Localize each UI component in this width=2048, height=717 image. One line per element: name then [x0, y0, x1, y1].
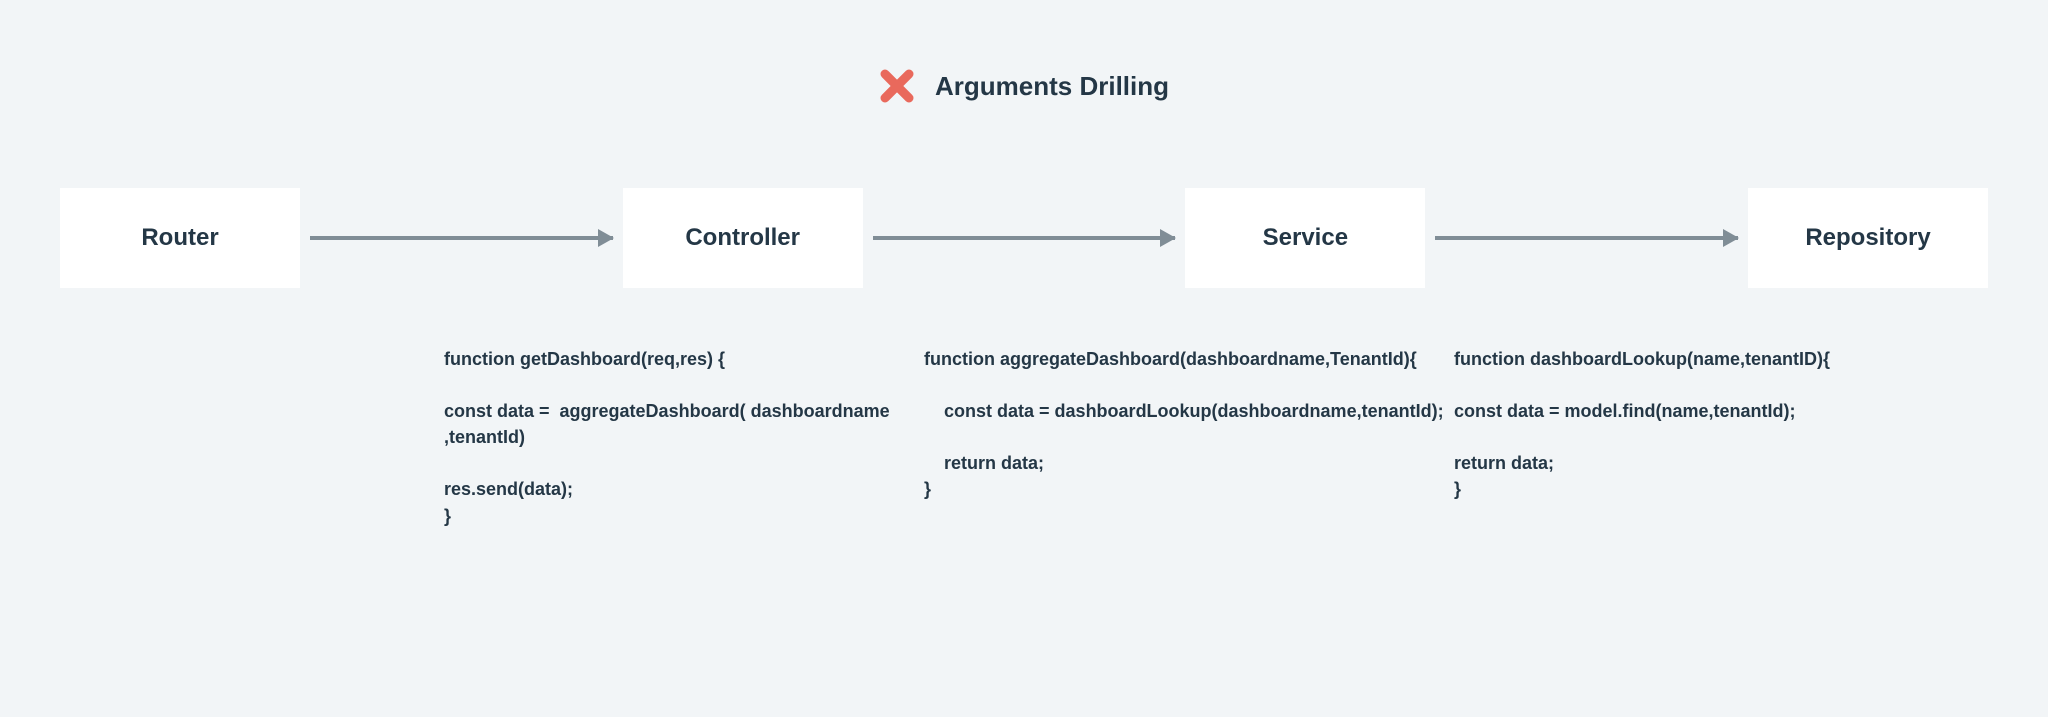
arrow-head-icon — [1160, 229, 1176, 247]
code-repository: function dashboardLookup(name,tenantID){… — [1454, 340, 1954, 535]
arrow-service-repository — [1435, 236, 1738, 240]
code-service: function aggregateDashboard(dashboardnam… — [924, 340, 1454, 535]
arrow-line — [1435, 236, 1738, 240]
diagram-title: Arguments Drilling — [935, 71, 1169, 102]
code-controller: function getDashboard(req,res) { const d… — [444, 340, 924, 535]
arrow-line — [873, 236, 1176, 240]
arrow-controller-service — [873, 236, 1176, 240]
box-controller-label: Controller — [685, 224, 800, 252]
arrow-head-icon — [598, 229, 614, 247]
box-repository: Repository — [1748, 188, 1988, 288]
box-service-label: Service — [1263, 224, 1348, 252]
x-icon — [879, 68, 915, 104]
box-router: Router — [60, 188, 300, 288]
diagram-title-row: Arguments Drilling — [0, 68, 2048, 104]
arrow-line — [310, 236, 613, 240]
box-controller: Controller — [623, 188, 863, 288]
flow-lane: Router Controller Service Repository — [60, 188, 1988, 288]
box-service: Service — [1185, 188, 1425, 288]
arrow-router-controller — [310, 236, 613, 240]
code-row: function getDashboard(req,res) { const d… — [60, 340, 1988, 535]
box-router-label: Router — [141, 224, 218, 252]
code-spacer-router — [60, 340, 444, 535]
box-repository-label: Repository — [1805, 224, 1930, 252]
arrow-head-icon — [1723, 229, 1739, 247]
